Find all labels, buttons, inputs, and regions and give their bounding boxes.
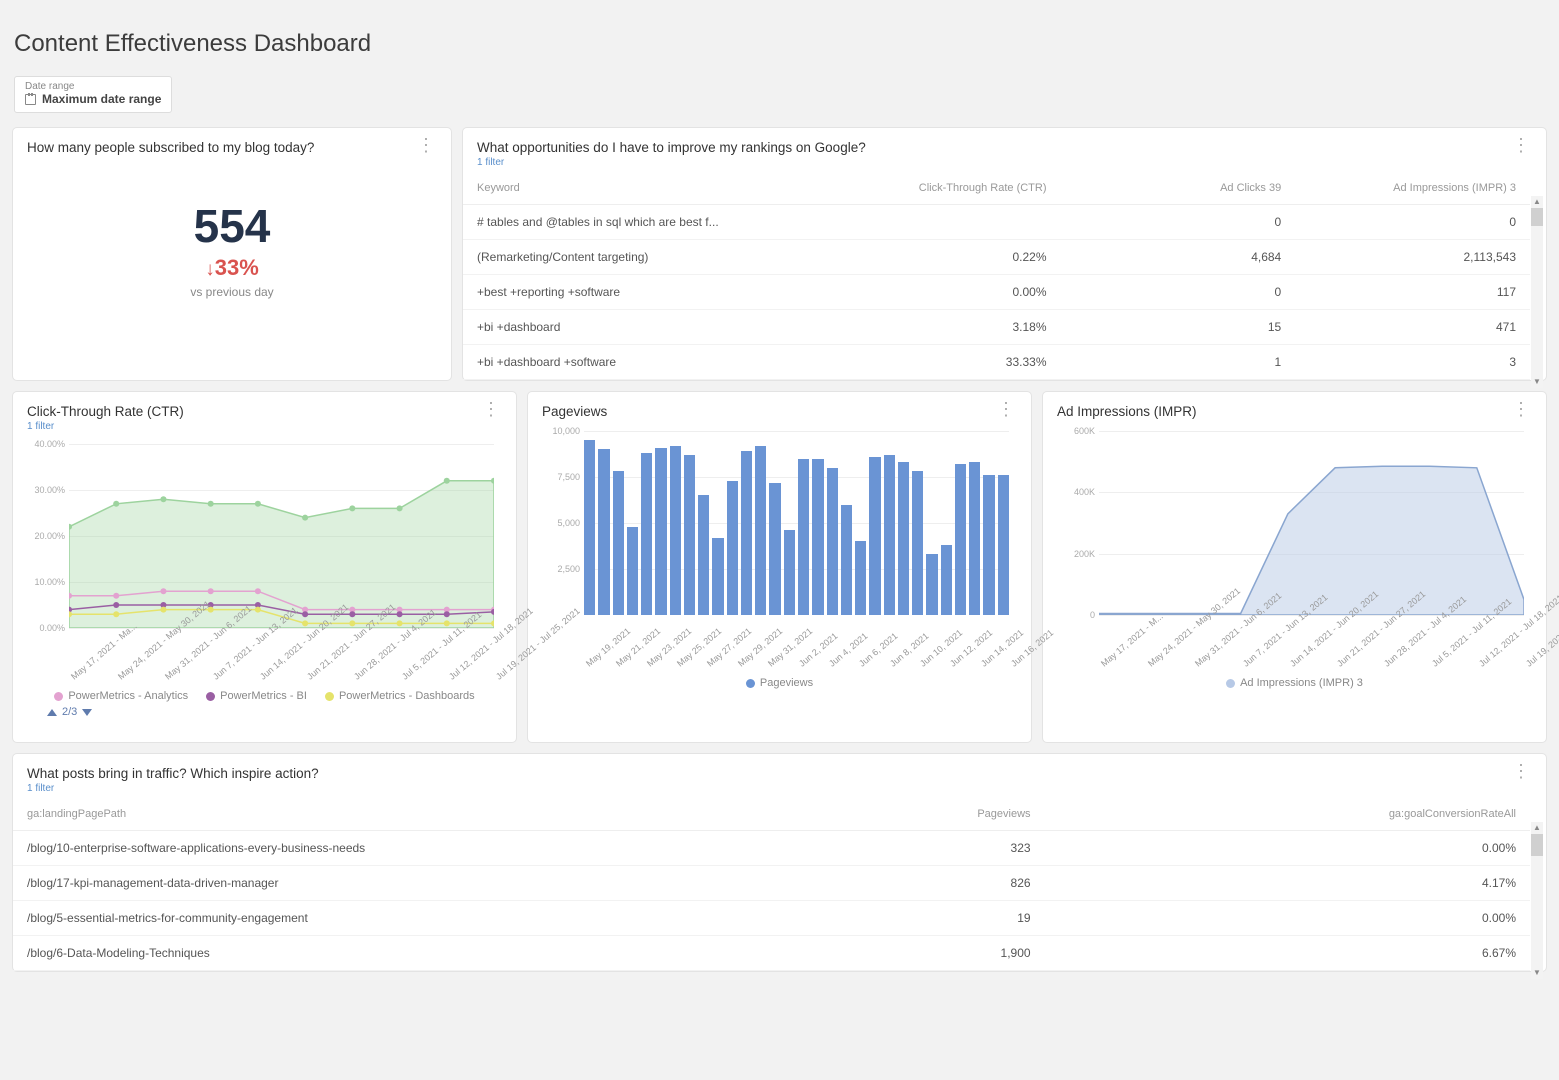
menu-icon[interactable]: ⋮ <box>1510 766 1532 776</box>
menu-icon[interactable]: ⋮ <box>1510 404 1532 414</box>
card-ctr: Click-Through Rate (CTR) 1 filter ⋮ 0.00… <box>12 391 517 743</box>
card-title-impressions: Ad Impressions (IMPR) <box>1057 404 1197 419</box>
scroll-up-icon[interactable]: ▲ <box>1531 196 1543 208</box>
menu-icon[interactable]: ⋮ <box>995 404 1017 414</box>
bar[interactable] <box>584 440 595 615</box>
table-row[interactable]: /blog/10-enterprise-software-application… <box>13 831 1530 866</box>
scrollbar[interactable]: ▲ ▼ <box>1531 834 1543 967</box>
table-row[interactable]: /blog/6-Data-Modeling-Techniques1,9006.6… <box>13 936 1530 971</box>
filter-link[interactable]: 1 filter <box>27 783 319 794</box>
bar[interactable] <box>670 446 681 615</box>
col-keyword[interactable]: Keyword <box>463 172 826 205</box>
bar[interactable] <box>983 475 994 615</box>
bar[interactable] <box>898 462 909 615</box>
bar[interactable] <box>827 468 838 615</box>
bar[interactable] <box>641 453 652 615</box>
card-subscribers: How many people subscribed to my blog to… <box>12 127 452 381</box>
legend-page-indicator: 2/3 <box>62 706 77 718</box>
bar[interactable] <box>727 481 738 615</box>
scroll-down-icon[interactable]: ▼ <box>1531 967 1543 979</box>
col-pv[interactable]: Pageviews <box>559 798 1044 831</box>
date-range-value: Maximum date range <box>42 92 161 106</box>
kpi-delta: ↓33% <box>13 255 451 281</box>
bar[interactable] <box>784 530 795 615</box>
posts-table: ga:landingPagePath Pageviews ga:goalConv… <box>13 798 1530 971</box>
bar[interactable] <box>684 455 695 615</box>
kpi-subtext: vs previous day <box>13 285 451 299</box>
bar[interactable] <box>798 459 809 615</box>
menu-icon[interactable]: ⋮ <box>415 140 437 150</box>
table-row[interactable]: /blog/17-kpi-management-data-driven-mana… <box>13 866 1530 901</box>
table-row[interactable]: +bi +dashboard +software33.33%13 <box>463 345 1530 380</box>
card-title-opportunities: What opportunities do I have to improve … <box>477 140 866 155</box>
card-title-pageviews: Pageviews <box>542 404 607 419</box>
legend-impressions: Ad Impressions (IMPR) 3 <box>1057 671 1532 693</box>
menu-icon[interactable]: ⋮ <box>480 404 502 414</box>
col-impr[interactable]: Ad Impressions (IMPR) 3 <box>1295 172 1530 205</box>
legend-pageviews: Pageviews <box>542 671 1017 693</box>
menu-icon[interactable]: ⋮ <box>1510 140 1532 150</box>
card-pageviews: Pageviews ⋮ 2,5005,0007,50010,000May 19,… <box>527 391 1032 743</box>
bar[interactable] <box>998 475 1009 615</box>
scrollbar[interactable]: ▲ ▼ <box>1531 208 1543 376</box>
bar[interactable] <box>598 449 609 615</box>
bar[interactable] <box>627 527 638 615</box>
bar[interactable] <box>655 448 666 615</box>
table-row[interactable]: /blog/5-essential-metrics-for-community-… <box>13 901 1530 936</box>
date-range-selector[interactable]: Date range Maximum date range <box>14 76 172 113</box>
col-ctr[interactable]: Click-Through Rate (CTR) <box>826 172 1061 205</box>
page-title: Content Effectiveness Dashboard <box>12 10 1547 76</box>
calendar-icon <box>25 94 36 105</box>
card-title-subscribers: How many people subscribed to my blog to… <box>27 140 314 155</box>
col-path[interactable]: ga:landingPagePath <box>13 798 559 831</box>
bar[interactable] <box>926 554 937 615</box>
col-clicks[interactable]: Ad Clicks 39 <box>1061 172 1296 205</box>
opportunities-table: Keyword Click-Through Rate (CTR) Ad Clic… <box>463 172 1530 380</box>
arrow-down-icon: ↓ <box>205 259 215 280</box>
col-conv[interactable]: ga:goalConversionRateAll <box>1045 798 1530 831</box>
card-title-ctr: Click-Through Rate (CTR) <box>27 404 184 419</box>
legend-prev-icon[interactable] <box>47 709 57 716</box>
bar[interactable] <box>755 446 766 615</box>
bar[interactable] <box>613 471 624 615</box>
bar[interactable] <box>841 505 852 615</box>
kpi-value: 554 <box>13 199 451 253</box>
scroll-up-icon[interactable]: ▲ <box>1531 822 1543 834</box>
table-row[interactable]: +bi +dashboard3.18%15471 <box>463 310 1530 345</box>
bar[interactable] <box>969 462 980 615</box>
bar[interactable] <box>769 483 780 615</box>
legend-ctr: PowerMetrics - Analytics PowerMetrics - … <box>27 684 502 706</box>
bar[interactable] <box>812 459 823 615</box>
legend-next-icon[interactable] <box>82 709 92 716</box>
bar[interactable] <box>698 495 709 615</box>
card-impressions: Ad Impressions (IMPR) ⋮ 0200K400K600KMay… <box>1042 391 1547 743</box>
bar[interactable] <box>941 545 952 615</box>
bar[interactable] <box>741 451 752 615</box>
scroll-thumb[interactable] <box>1531 208 1543 226</box>
bar[interactable] <box>869 457 880 615</box>
bar[interactable] <box>912 471 923 615</box>
card-opportunities: What opportunities do I have to improve … <box>462 127 1547 381</box>
bar[interactable] <box>884 455 895 615</box>
date-range-label: Date range <box>25 81 161 92</box>
table-row[interactable]: +best +reporting +software0.00%0117 <box>463 275 1530 310</box>
filter-link[interactable]: 1 filter <box>477 157 866 168</box>
table-row[interactable]: # tables and @tables in sql which are be… <box>463 205 1530 240</box>
card-title-posts: What posts bring in traffic? Which inspi… <box>27 766 319 781</box>
bar[interactable] <box>955 464 966 615</box>
bar[interactable] <box>712 538 723 615</box>
table-row[interactable]: (Remarketing/Content targeting)0.22%4,68… <box>463 240 1530 275</box>
scroll-thumb[interactable] <box>1531 834 1543 856</box>
card-posts: What posts bring in traffic? Which inspi… <box>12 753 1547 972</box>
scroll-down-icon[interactable]: ▼ <box>1531 376 1543 388</box>
bar[interactable] <box>855 541 866 615</box>
filter-link[interactable]: 1 filter <box>27 421 184 432</box>
